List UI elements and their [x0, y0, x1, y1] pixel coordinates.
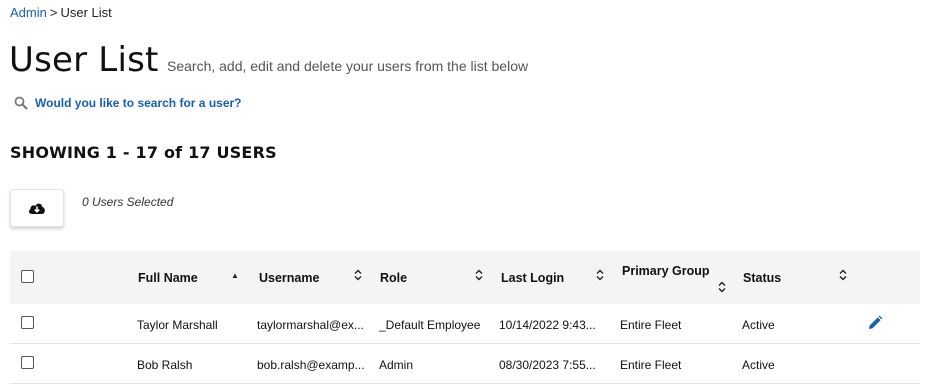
cell-last-login: 10/14/2022 9:43... [499, 318, 596, 332]
column-header-primary-group[interactable]: Primary Group [622, 264, 710, 278]
sort-asc-icon[interactable]: ▲ [230, 272, 240, 280]
table-row[interactable]: Bob Ralsh bob.ralsh@examp... Admin 08/30… [10, 344, 920, 384]
users-table: Full Name ▲ Username Role Last Login Pri… [10, 251, 920, 384]
sort-icon[interactable] [717, 281, 727, 297]
cell-primary-group: Entire Fleet [620, 358, 682, 372]
breadcrumb-separator: > [49, 5, 58, 20]
page-subtitle: Search, add, edit and delete your users … [167, 58, 529, 74]
sort-icon[interactable] [353, 269, 363, 285]
search-icon [14, 96, 28, 110]
breadcrumb-admin-link[interactable]: Admin [10, 5, 47, 20]
cell-role: _Default Employee [379, 318, 481, 332]
column-header-username[interactable]: Username [259, 271, 319, 285]
title-row: User List Search, add, edit and delete y… [9, 40, 528, 80]
cell-full-name: Bob Ralsh [137, 358, 193, 372]
selected-count: 0 Users Selected [82, 195, 174, 209]
sort-icon[interactable] [474, 269, 484, 285]
search-user-link[interactable]: Would you like to search for a user? [14, 96, 242, 110]
cell-last-login: 08/30/2023 7:55... [499, 358, 596, 372]
search-user-link-label: Would you like to search for a user? [35, 96, 242, 110]
column-header-full-name[interactable]: Full Name [138, 271, 198, 285]
table-row[interactable]: Taylor Marshall taylormarshal@ex... _Def… [10, 304, 920, 344]
cell-status: Active [742, 358, 775, 372]
column-header-status[interactable]: Status [743, 271, 781, 285]
row-checkbox[interactable] [21, 356, 34, 369]
column-header-last-login[interactable]: Last Login [501, 271, 564, 285]
column-header-role[interactable]: Role [380, 271, 407, 285]
cell-username: taylormarshal@ex... [257, 318, 364, 332]
cell-username: bob.ralsh@examp... [257, 358, 365, 372]
download-button[interactable] [10, 189, 64, 227]
select-all-checkbox[interactable] [21, 270, 34, 283]
pencil-icon[interactable] [867, 315, 883, 331]
sort-icon[interactable] [595, 269, 605, 285]
table-header: Full Name ▲ Username Role Last Login Pri… [10, 251, 920, 304]
cell-full-name: Taylor Marshall [137, 318, 218, 332]
cell-primary-group: Entire Fleet [620, 318, 682, 332]
breadcrumb: Admin > User List [10, 5, 112, 20]
row-checkbox[interactable] [21, 316, 34, 329]
sort-icon[interactable] [838, 269, 848, 285]
cell-status: Active [742, 318, 775, 332]
cell-role: Admin [379, 358, 414, 372]
cloud-download-icon [28, 203, 45, 214]
page-title: User List [9, 40, 159, 80]
users-count-heading: SHOWING 1 - 17 of 17 USERS [10, 143, 277, 162]
breadcrumb-current: User List [60, 5, 112, 20]
